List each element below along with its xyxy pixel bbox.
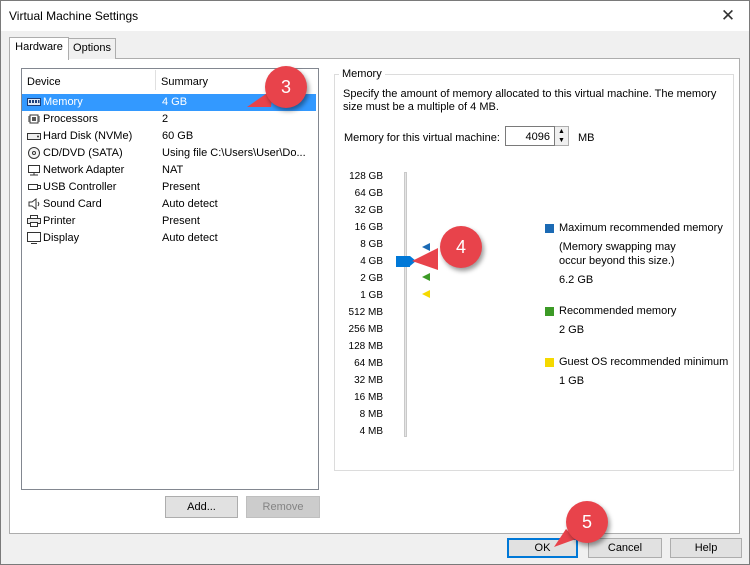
slider-tick-label: 2 GB <box>360 273 383 284</box>
device-row-display[interactable]: Display Auto detect <box>22 230 316 247</box>
callout-badge-4: 4 <box>440 226 482 268</box>
slider-tick-label: 64 GB <box>354 188 383 199</box>
device-summary: Using file C:\Users\User\Do... <box>162 147 306 159</box>
guest-min-marker-icon <box>422 290 430 298</box>
slider-tick-label: 4 MB <box>359 426 383 437</box>
device-name: Display <box>43 232 80 244</box>
memory-slider-track[interactable] <box>404 172 407 437</box>
network-adapter-icon <box>28 165 40 176</box>
window-title: Virtual Machine Settings <box>9 9 139 23</box>
display-icon <box>27 232 41 244</box>
memory-group-label: Memory <box>339 68 385 80</box>
device-name: Sound Card <box>43 198 102 210</box>
device-summary: Present <box>162 181 200 193</box>
slider-tick-label: 64 MB <box>354 358 383 369</box>
device-row-cd-dvd[interactable]: CD/DVD (SATA) Using file C:\Users\User\D… <box>22 145 316 162</box>
memory-slider-thumb[interactable] <box>396 256 410 267</box>
max-recommended-swatch <box>545 224 554 233</box>
slider-tick-label: 128 MB <box>348 341 383 352</box>
recommended-marker-icon <box>422 273 430 281</box>
device-summary: Auto detect <box>162 232 218 244</box>
remove-button[interactable]: Remove <box>246 496 320 518</box>
slider-tick-label: 16 GB <box>354 222 383 233</box>
usb-icon <box>28 184 41 190</box>
device-row-printer[interactable]: Printer Present <box>22 213 316 230</box>
device-summary: 2 <box>162 113 169 125</box>
column-header-summary[interactable]: Summary <box>161 76 208 88</box>
recommended-swatch <box>545 307 554 316</box>
device-summary: 60 GB <box>162 130 194 142</box>
slider-tick-label: 32 GB <box>354 205 383 216</box>
memory-input[interactable]: 4096 <box>505 126 555 146</box>
device-name: Printer <box>43 215 76 227</box>
device-summary: NAT <box>162 164 184 176</box>
slider-tick-label: 256 MB <box>348 324 383 335</box>
device-row-hard-disk[interactable]: Hard Disk (NVMe) 60 GB <box>22 128 316 145</box>
slider-tick-label: 8 GB <box>360 239 383 250</box>
device-row-processors[interactable]: Processors 2 <box>22 111 316 128</box>
guest-min-value: 1 GB <box>559 375 585 387</box>
slider-tick-label: 4 GB <box>360 256 383 267</box>
max-recommended-title: Maximum recommended memory <box>559 222 723 234</box>
device-summary: Auto detect <box>162 198 218 210</box>
max-recommended-note: (Memory swapping may occur beyond this s… <box>559 241 676 267</box>
column-separator <box>155 70 156 90</box>
hard-disk-icon <box>27 133 41 140</box>
memory-description: Specify the amount of memory allocated t… <box>343 88 717 113</box>
recommended-title: Recommended memory <box>559 305 677 317</box>
cancel-button[interactable]: Cancel <box>588 538 662 558</box>
speaker-icon <box>28 198 40 210</box>
callout-badge-3: 3 <box>265 66 307 108</box>
memory-spinner[interactable]: ▲ ▼ <box>555 126 569 146</box>
guest-min-title: Guest OS recommended minimum <box>559 356 729 368</box>
close-button[interactable]: ✕ <box>710 2 746 29</box>
tab-hardware[interactable]: Hardware <box>9 37 69 60</box>
spin-down-icon[interactable]: ▼ <box>555 136 568 145</box>
guest-min-swatch <box>545 358 554 367</box>
memory-icon <box>27 98 41 106</box>
device-row-sound-card[interactable]: Sound Card Auto detect <box>22 196 316 213</box>
device-name: CD/DVD (SATA) <box>43 147 123 159</box>
device-row-network-adapter[interactable]: Network Adapter NAT <box>22 162 316 179</box>
processor-icon <box>28 114 40 124</box>
cd-dvd-icon <box>28 147 40 159</box>
callout-4-pointer <box>412 248 438 270</box>
slider-tick-label: 128 GB <box>349 171 383 182</box>
device-name: Processors <box>43 113 99 125</box>
device-row-usb-controller[interactable]: USB Controller Present <box>22 179 316 196</box>
tab-options[interactable]: Options <box>68 38 116 59</box>
device-name: Hard Disk (NVMe) <box>43 130 133 142</box>
slider-tick-label: 512 MB <box>348 307 383 318</box>
device-name: USB Controller <box>43 181 117 193</box>
slider-tick-label: 16 MB <box>354 392 383 403</box>
printer-icon <box>27 215 41 227</box>
help-button[interactable]: Help <box>670 538 742 558</box>
add-button[interactable]: Add... <box>165 496 238 518</box>
device-summary: Present <box>162 215 200 227</box>
device-name: Memory <box>43 96 83 108</box>
slider-tick-label: 32 MB <box>354 375 383 386</box>
callout-badge-5: 5 <box>566 501 608 543</box>
spin-up-icon[interactable]: ▲ <box>555 127 568 136</box>
device-name: Network Adapter <box>43 164 125 176</box>
column-header-device[interactable]: Device <box>27 76 61 88</box>
recommended-value: 2 GB <box>559 324 585 336</box>
memory-field-label: Memory for this virtual machine: <box>344 132 500 144</box>
memory-unit: MB <box>578 132 595 144</box>
max-recommended-value: 6.2 GB <box>559 274 594 286</box>
slider-tick-label: 1 GB <box>360 290 383 301</box>
slider-tick-label: 8 MB <box>359 409 383 420</box>
